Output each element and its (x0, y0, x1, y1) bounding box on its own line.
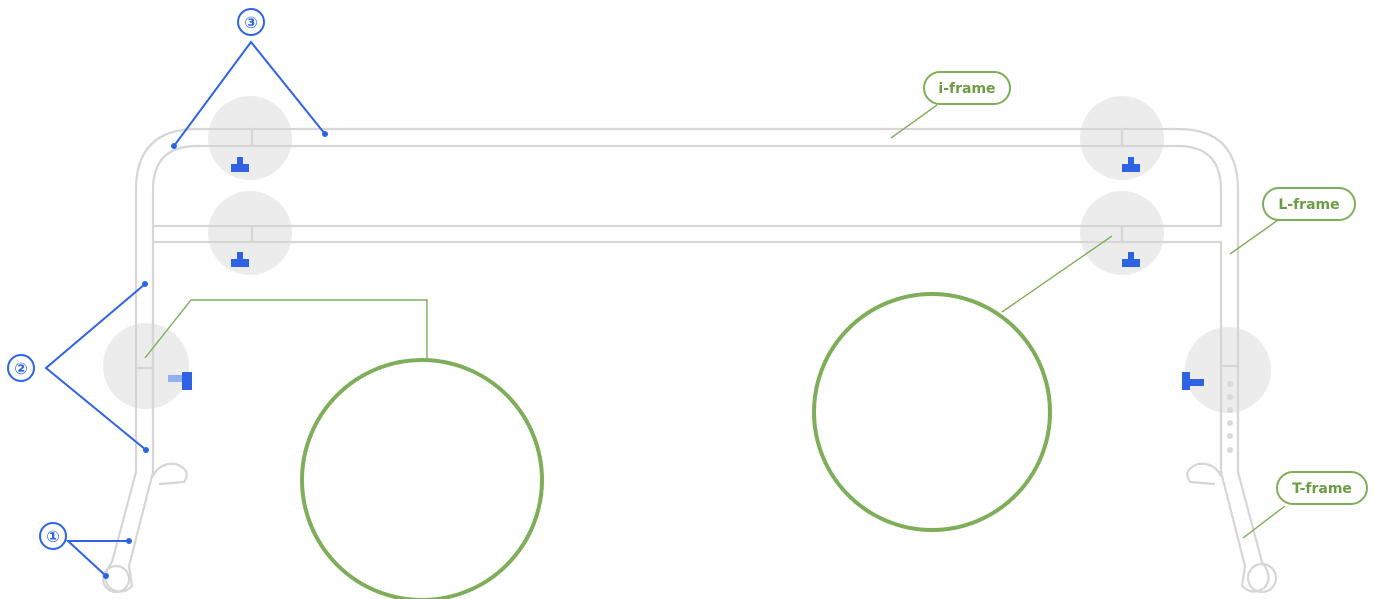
right-wheel (1246, 562, 1278, 594)
i-frame-inner (151, 144, 1223, 368)
callout-number-two: ② (14, 359, 28, 378)
detail-zoom-left (300, 358, 544, 599)
connector-mark (168, 375, 182, 382)
frame-assembly-diagram: ③ ② ① i-frame L-frame T-frame (7, 8, 1368, 599)
left-t-frame (104, 450, 188, 593)
callout-badge-three: ③ (237, 8, 265, 36)
joint-circle (208, 96, 292, 180)
callout-one-lines (65, 540, 129, 577)
label-t-frame-text: T-frame (1292, 481, 1352, 497)
blue-callouts: ③ ② ① (7, 8, 328, 579)
detail-zoom-right (812, 292, 1052, 532)
callout-badge-two: ② (7, 354, 35, 382)
label-i-frame: i-frame (923, 71, 1011, 105)
label-i-frame-text: i-frame (938, 81, 995, 97)
joint-circle (208, 191, 292, 275)
callout-number-one: ① (46, 527, 60, 546)
joint-circle (1185, 327, 1271, 413)
label-t-frame: T-frame (1276, 471, 1368, 505)
joint-circles (103, 96, 1271, 413)
label-l-frame: L-frame (1262, 187, 1356, 221)
left-wheel (101, 564, 131, 594)
connector-mark (182, 372, 192, 390)
connector-marks (168, 157, 1204, 390)
callout-number-three: ③ (244, 13, 258, 32)
callout-badge-one: ① (39, 522, 67, 550)
joint-circle (103, 323, 189, 409)
i-frame-outer (134, 127, 1240, 368)
right-t-frame (1186, 450, 1270, 593)
label-l-frame-text: L-frame (1278, 197, 1339, 213)
